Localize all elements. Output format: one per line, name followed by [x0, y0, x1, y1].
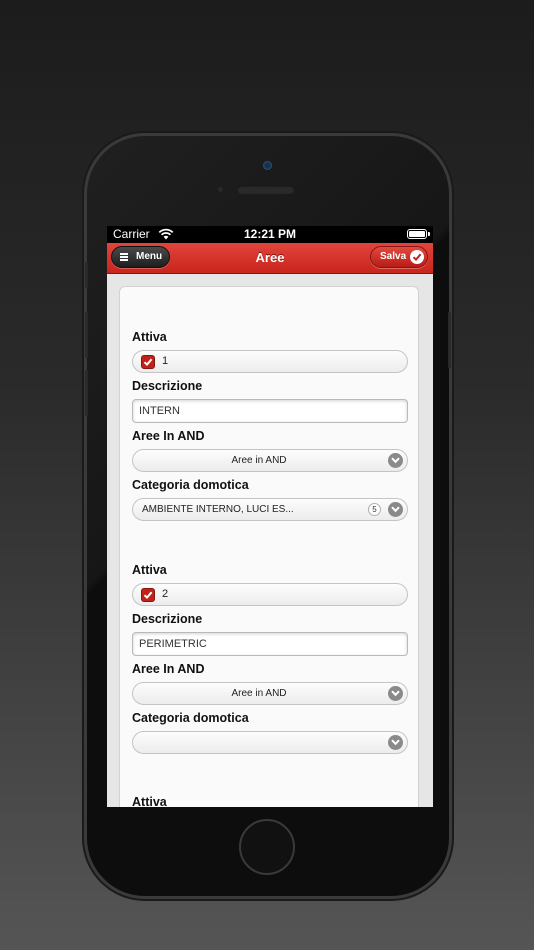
categoria-select[interactable]: AMBIENTE INTERNO, LUCI ES... 5 — [132, 498, 408, 521]
active-value: 2 — [162, 588, 169, 600]
save-button-label: Salva — [380, 251, 407, 262]
app-screen: Carrier 12:21 PM Menu Aree Salva Attiva — [107, 226, 433, 807]
active-label: Attiva — [132, 563, 167, 577]
app-header: Menu Aree Salva — [107, 243, 433, 274]
battery-icon — [407, 229, 430, 239]
volume-up-button — [85, 312, 88, 358]
areas-form: Attiva 1 Descrizione INTERN Aree In AND … — [119, 286, 419, 807]
chevron-down-icon — [388, 686, 403, 701]
description-input[interactable]: PERIMETRIC — [132, 632, 408, 656]
power-button — [448, 312, 451, 368]
aree-and-select[interactable]: Aree in AND — [132, 449, 408, 472]
description-input[interactable]: INTERN — [132, 399, 408, 423]
earpiece-speaker — [237, 185, 295, 194]
chevron-down-icon — [388, 453, 403, 468]
aree-and-label: Aree In AND — [132, 429, 205, 443]
aree-and-select[interactable]: Aree in AND — [132, 682, 408, 705]
categoria-label: Categoria domotica — [132, 711, 249, 725]
categoria-label: Categoria domotica — [132, 478, 249, 492]
description-label: Descrizione — [132, 612, 203, 626]
aree-and-value: Aree in AND — [231, 688, 287, 699]
active-checkbox[interactable] — [141, 588, 155, 602]
clock-time: 12:21 PM — [243, 227, 297, 241]
active-value: 1 — [162, 355, 169, 367]
volume-down-button — [85, 370, 88, 416]
active-checkbox-row[interactable]: 2 — [132, 583, 408, 606]
description-label: Descrizione — [132, 379, 203, 393]
active-label: Attiva — [132, 795, 167, 807]
categoria-value: AMBIENTE INTERNO, LUCI ES... — [142, 504, 294, 515]
chevron-down-icon — [388, 735, 403, 750]
categoria-count-badge: 5 — [368, 503, 381, 516]
save-button[interactable]: Salva — [370, 246, 428, 268]
mute-switch — [85, 262, 88, 288]
active-checkbox[interactable] — [141, 355, 155, 369]
status-bar: Carrier 12:21 PM — [107, 226, 433, 243]
aree-and-label: Aree In AND — [132, 662, 205, 676]
chevron-down-icon — [388, 502, 403, 517]
active-label: Attiva — [132, 330, 167, 344]
home-button[interactable] — [239, 819, 295, 875]
proximity-sensor — [218, 187, 223, 192]
checkmark-icon — [410, 250, 424, 264]
aree-and-value: Aree in AND — [231, 455, 287, 466]
front-camera — [263, 161, 272, 170]
categoria-select[interactable] — [132, 731, 408, 754]
active-checkbox-row[interactable]: 1 — [132, 350, 408, 373]
